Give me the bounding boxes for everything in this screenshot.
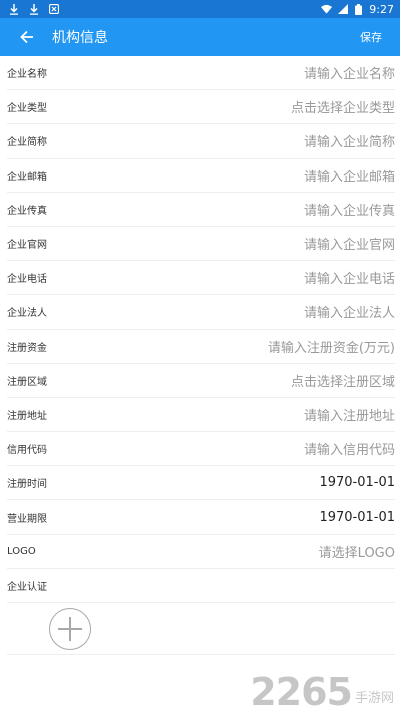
page-title: 机构信息	[52, 30, 108, 46]
credit-code-input[interactable]: 请输入信用代码	[304, 439, 395, 458]
organization-form: 企业名称 请输入企业名称 企业类型 点击选择企业类型 企业简称 请输入企业简称 …	[0, 56, 400, 569]
form-row-registered-capital[interactable]: 注册资金 请输入注册资金(万元)	[7, 330, 395, 364]
row-label: 企业邮箱	[7, 171, 47, 183]
row-label: 注册时间	[7, 479, 47, 491]
plus-icon	[58, 616, 82, 641]
row-label: 企业法人	[7, 308, 47, 320]
back-arrow-icon	[20, 30, 33, 44]
form-row-company-type[interactable]: 企业类型 点击选择企业类型	[7, 90, 395, 125]
status-notifications	[8, 3, 59, 15]
form-row-business-term[interactable]: 营业期限 1970-01-01	[7, 500, 395, 535]
signal-icon	[337, 4, 348, 15]
company-type-select[interactable]: 点击选择企业类型	[291, 97, 395, 116]
save-button[interactable]: 保存	[354, 25, 388, 49]
row-label: 企业传真	[7, 205, 47, 217]
form-row-company-email[interactable]: 企业邮箱 请输入企业邮箱	[7, 159, 395, 193]
certification-label: 企业认证	[7, 569, 395, 603]
app-bar: 机构信息 保存	[0, 18, 400, 56]
form-row-registered-address[interactable]: 注册地址 请输入注册地址	[7, 398, 395, 433]
company-email-input[interactable]: 请输入企业邮箱	[304, 166, 395, 185]
form-row-company-name[interactable]: 企业名称 请输入企业名称	[7, 56, 395, 91]
registered-region-select[interactable]: 点击选择注册区域	[291, 371, 395, 390]
form-row-company-phone[interactable]: 企业电话 请输入企业电话	[7, 261, 395, 296]
business-term-date-picker[interactable]: 1970-01-01	[319, 510, 395, 525]
form-row-logo[interactable]: LOGO 请选择LOGO	[7, 535, 395, 569]
status-time: 9:27	[369, 2, 394, 16]
registered-capital-input[interactable]: 请输入注册资金(万元)	[268, 337, 395, 356]
row-label: 企业简称	[7, 137, 47, 149]
company-phone-input[interactable]: 请输入企业电话	[304, 268, 395, 287]
watermark-text: 手游网	[354, 691, 394, 706]
battery-icon	[353, 3, 364, 15]
form-row-credit-code[interactable]: 信用代码 请输入信用代码	[7, 432, 395, 467]
form-row-registered-region[interactable]: 注册区域 点击选择注册区域	[7, 364, 395, 398]
form-row-registration-date[interactable]: 注册时间 1970-01-01	[7, 466, 395, 501]
row-label: 企业电话	[7, 274, 47, 286]
back-button[interactable]	[16, 26, 38, 48]
row-label: 注册资金	[7, 342, 47, 354]
company-name-input[interactable]: 请输入企业名称	[304, 63, 395, 82]
wifi-icon	[321, 4, 333, 15]
download-icon	[28, 3, 39, 15]
form-row-legal-person[interactable]: 企业法人 请输入企业法人	[7, 295, 395, 330]
form-row-company-short-name[interactable]: 企业简称 请输入企业简称	[7, 124, 395, 159]
row-label: 企业类型	[7, 103, 47, 115]
row-label: 企业官网	[7, 240, 47, 252]
download-icon	[8, 3, 19, 15]
watermark-number: 2265	[250, 670, 353, 714]
certification-section: 企业认证	[0, 569, 400, 655]
watermark-logo: 2265 手游网	[250, 673, 394, 711]
certification-upload-area	[7, 603, 395, 655]
status-bar: 9:27	[0, 0, 400, 18]
form-row-company-website[interactable]: 企业官网 请输入企业官网	[7, 227, 395, 262]
row-label: 注册地址	[7, 410, 47, 422]
registration-date-picker[interactable]: 1970-01-01	[319, 475, 395, 490]
row-label: 营业期限	[7, 513, 47, 525]
registered-address-input[interactable]: 请输入注册地址	[304, 405, 395, 424]
row-label: 注册区域	[7, 376, 47, 388]
company-fax-input[interactable]: 请输入企业传真	[304, 200, 395, 219]
app-notification-icon	[48, 4, 59, 15]
add-image-button[interactable]	[49, 607, 91, 650]
row-label: 企业名称	[7, 69, 47, 81]
row-label: 信用代码	[7, 445, 47, 457]
status-system: 9:27	[321, 3, 394, 16]
company-short-name-input[interactable]: 请输入企业简称	[304, 131, 395, 150]
logo-picker[interactable]: 请选择LOGO	[319, 542, 395, 561]
row-label: LOGO	[7, 545, 36, 557]
form-row-company-fax[interactable]: 企业传真 请输入企业传真	[7, 193, 395, 227]
company-website-input[interactable]: 请输入企业官网	[304, 234, 395, 253]
legal-person-input[interactable]: 请输入企业法人	[304, 302, 395, 321]
